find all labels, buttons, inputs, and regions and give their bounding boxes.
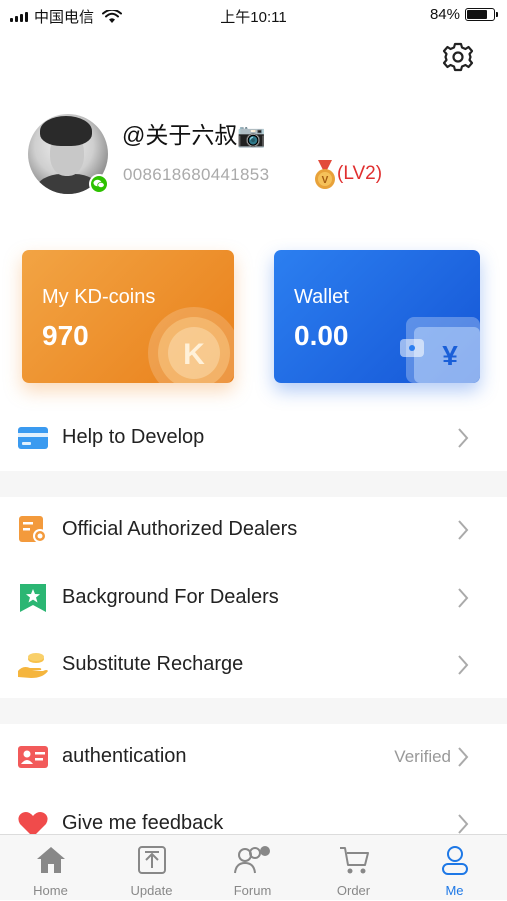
chevron-right-icon [458, 428, 469, 448]
menu-authentication[interactable]: authentication Verified [0, 724, 507, 790]
id-card-icon [18, 746, 48, 768]
section-divider [0, 471, 507, 497]
background-for-dealers-label: Background For Dealers [62, 586, 279, 608]
tab-bar: Home Update Forum Order Me [0, 834, 507, 900]
wallet-card[interactable]: Wallet 0.00 ¥ [274, 250, 480, 383]
coin-icon: K [148, 307, 234, 383]
chevron-right-icon [458, 747, 469, 767]
official-authorized-dealers-label: Official Authorized Dealers [62, 518, 298, 540]
tab-home[interactable]: Home [0, 835, 101, 901]
menu-official-authorized-dealers[interactable]: Official Authorized Dealers [0, 497, 507, 563]
avatar-hair [40, 116, 92, 146]
authentication-label: authentication [62, 745, 187, 767]
person-icon [442, 846, 468, 875]
svg-text:K: K [183, 338, 205, 371]
battery-percent: 84% [429, 6, 460, 23]
card-icon [18, 427, 48, 449]
wallet-value: 0.00 [294, 320, 349, 351]
bookmark-star-icon [20, 584, 46, 612]
chevron-right-icon [458, 520, 469, 540]
wallet-icon: ¥ [400, 317, 480, 383]
people-icon [234, 846, 270, 874]
upload-icon [138, 846, 166, 874]
gear-icon[interactable] [441, 40, 475, 74]
tab-update-label: Update [130, 883, 173, 898]
tab-order-label: Order [336, 883, 371, 898]
svg-text:V: V [322, 175, 329, 186]
tab-home-label: Home [33, 883, 68, 898]
battery-fill [467, 10, 488, 19]
section-divider [0, 698, 507, 724]
tab-forum[interactable]: Forum [202, 835, 303, 901]
menu-help-to-develop[interactable]: Help to Develop [0, 405, 507, 471]
tab-me[interactable]: Me [404, 835, 505, 901]
cart-icon [340, 847, 369, 874]
status-right: 84% [429, 6, 498, 23]
battery-cap [496, 12, 498, 17]
kd-coins-card[interactable]: My KD-coins 970 K [22, 250, 234, 383]
menu-substitute-recharge[interactable]: Substitute Recharge [0, 632, 507, 698]
certificate-icon [19, 516, 47, 543]
hand-coin-icon [18, 653, 48, 678]
status-bar: 中国电信 上午10:11 84% [0, 0, 507, 30]
menu-background-for-dealers[interactable]: Background For Dealers [0, 565, 507, 631]
kd-coins-title: My KD-coins [42, 286, 156, 308]
user-id: 008618680441853 [123, 165, 270, 184]
chevron-right-icon [458, 655, 469, 675]
wechat-icon [89, 174, 109, 194]
tab-update[interactable]: Update [101, 835, 202, 901]
tab-me-label: Me [445, 883, 464, 898]
medal-icon: V [315, 160, 335, 189]
tab-forum-label: Forum [233, 883, 272, 898]
kd-coins-value: 970 [42, 320, 89, 351]
give-me-feedback-label: Give me feedback [62, 812, 224, 834]
substitute-recharge-label: Substitute Recharge [62, 653, 244, 675]
level-label: (LV2) [337, 163, 383, 184]
tab-order[interactable]: Order [303, 835, 404, 901]
verified-status: Verified [394, 747, 451, 766]
chevron-right-icon [458, 588, 469, 608]
wallet-title: Wallet [294, 286, 349, 308]
help-to-develop-label: Help to Develop [62, 426, 205, 448]
chevron-right-icon [458, 814, 469, 834]
battery-icon [465, 8, 498, 21]
username: @关于六叔📷 [122, 122, 266, 148]
svg-text:¥: ¥ [442, 340, 458, 371]
home-icon [37, 847, 65, 873]
